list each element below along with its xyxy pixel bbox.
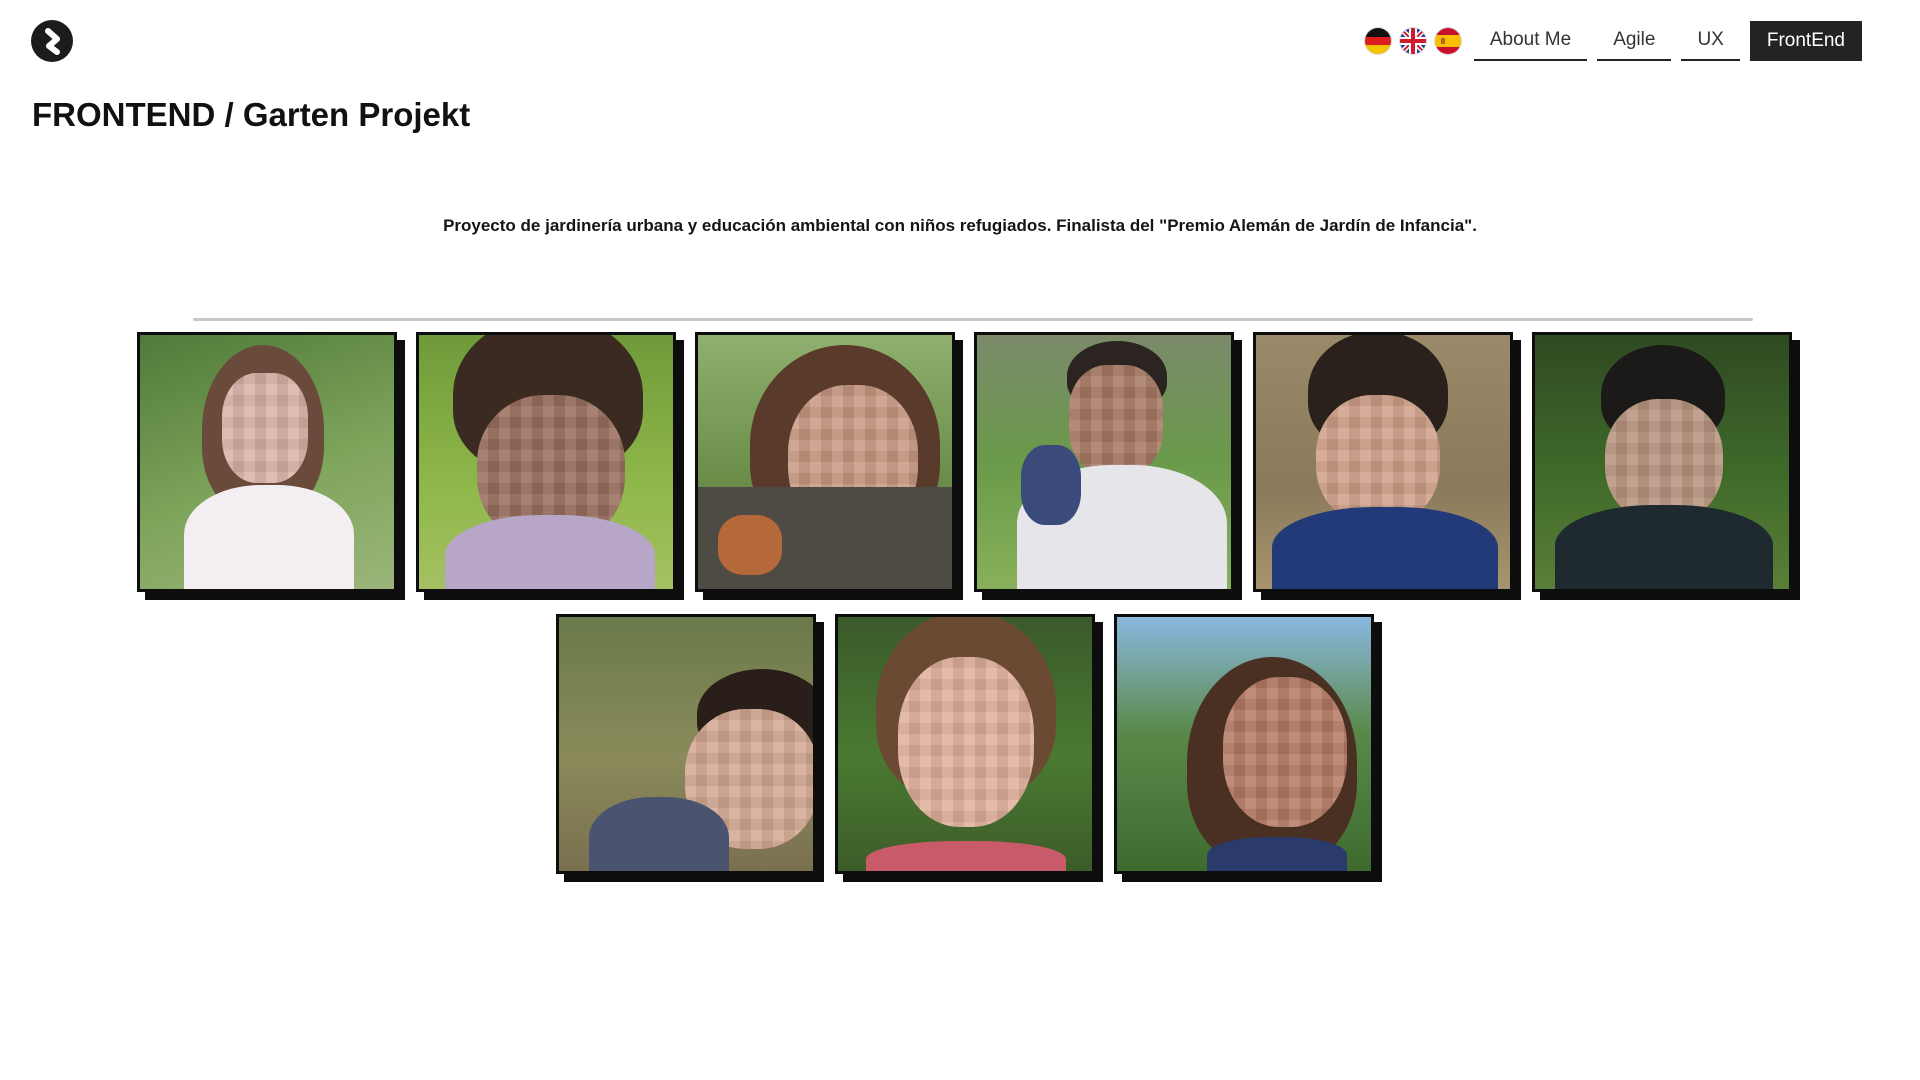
page-title: FRONTEND / Garten Projekt xyxy=(32,96,471,133)
page: About Me Agile UX FrontEnd FRONTEND / Ga… xyxy=(0,0,1920,1080)
gallery-row xyxy=(0,614,1920,874)
flag-spain-icon[interactable] xyxy=(1434,27,1461,54)
nav-agile[interactable]: Agile xyxy=(1597,21,1672,61)
logo-icon[interactable] xyxy=(31,20,73,62)
gallery-photo[interactable] xyxy=(1532,332,1792,592)
project-description: Proyecto de jardinería urbana y educació… xyxy=(443,216,1477,235)
main-nav: About Me Agile UX FrontEnd xyxy=(1364,20,1862,61)
divider xyxy=(193,318,1753,321)
nav-frontend[interactable]: FrontEnd xyxy=(1749,20,1862,61)
nav-ux[interactable]: UX xyxy=(1681,21,1740,61)
gallery-photo[interactable] xyxy=(416,332,676,592)
nav-about-me[interactable]: About Me xyxy=(1473,21,1588,61)
gallery-photo[interactable] xyxy=(974,332,1234,592)
gallery-photo[interactable] xyxy=(1253,332,1513,592)
gallery-photo[interactable] xyxy=(835,614,1095,874)
photo-gallery xyxy=(0,332,1920,896)
gallery-photo[interactable] xyxy=(1114,614,1374,874)
flag-uk-icon[interactable] xyxy=(1399,27,1426,54)
gallery-row xyxy=(0,332,1920,592)
gallery-photo[interactable] xyxy=(137,332,397,592)
gallery-photo[interactable] xyxy=(695,332,955,592)
flag-germany-icon[interactable] xyxy=(1364,27,1391,54)
gallery-photo[interactable] xyxy=(556,614,816,874)
